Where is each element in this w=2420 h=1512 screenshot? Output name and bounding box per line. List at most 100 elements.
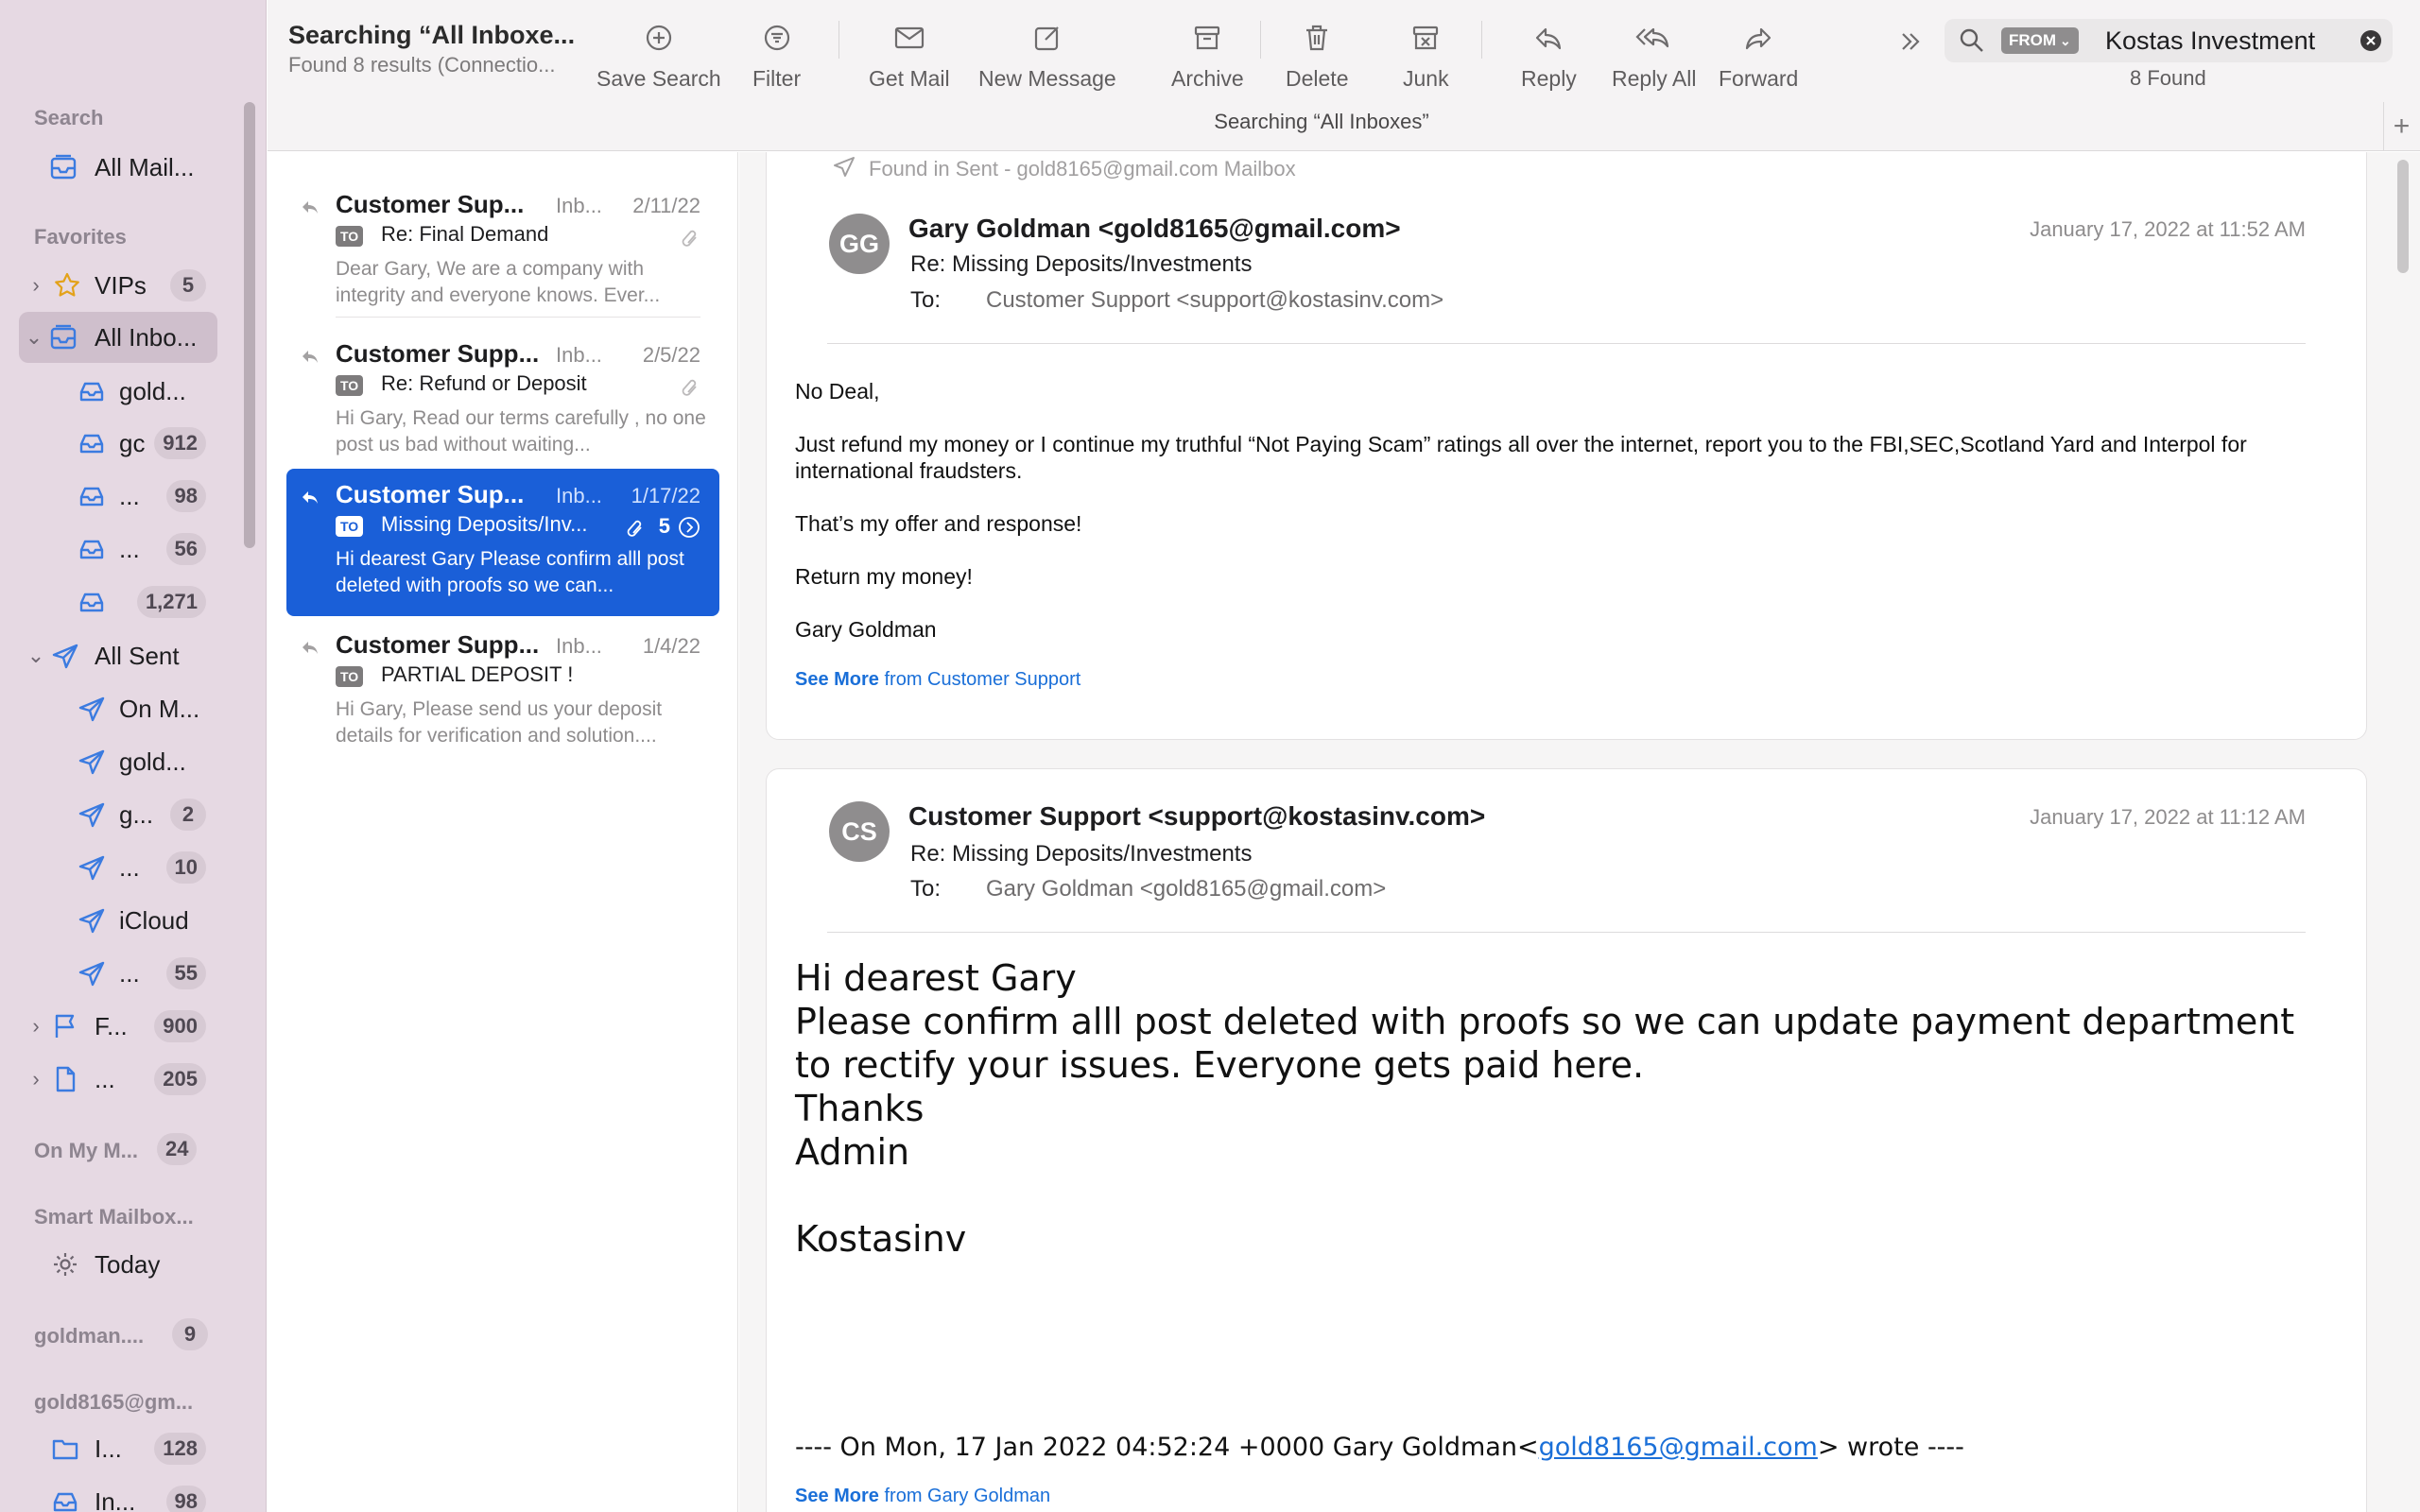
header-divider bbox=[827, 932, 2306, 933]
avatar: CS bbox=[829, 801, 890, 862]
paper-plane-icon bbox=[833, 155, 856, 183]
delete-button[interactable]: Delete bbox=[1286, 17, 1348, 92]
result-summary: Found 8 results (Connectio... bbox=[288, 53, 556, 77]
sidebar-item-vips[interactable]: › VIPs 5 bbox=[0, 260, 217, 311]
message-viewer: Found in Sent - gold8165@gmail.com Mailb… bbox=[739, 152, 2420, 1512]
filter-button[interactable]: Filter bbox=[752, 17, 801, 92]
chevron-down-icon[interactable]: ⌄ bbox=[26, 644, 45, 668]
reply-button[interactable]: Reply bbox=[1521, 17, 1577, 92]
search-icon bbox=[1958, 26, 1986, 60]
sidebar-item-sent[interactable]: ... 55 bbox=[0, 948, 217, 999]
sidebar-item-all-inboxes[interactable]: ⌄ All Inbo... bbox=[19, 312, 217, 363]
message-list-item[interactable]: Customer Sup... Inb... 2/11/22 TO Re: Fi… bbox=[286, 179, 719, 326]
inbox-icon bbox=[49, 1486, 81, 1512]
message-preview: Hi dearest Gary Please confirm alll post… bbox=[336, 548, 684, 596]
sidebar-item-inbox[interactable]: ... 56 bbox=[0, 524, 217, 575]
sidebar-item-all-sent[interactable]: ⌄ All Sent bbox=[0, 630, 217, 681]
search-scope-label[interactable]: Searching “All Inboxes” bbox=[268, 110, 2376, 134]
chevron-right-icon[interactable]: › bbox=[26, 1067, 45, 1091]
sidebar-item-today[interactable]: Today bbox=[0, 1239, 217, 1290]
paper-plane-icon bbox=[76, 904, 108, 936]
email-to[interactable]: Gary Goldman <gold8165@gmail.com> bbox=[986, 876, 1386, 902]
sidebar-item-inbox[interactable]: 1,271 bbox=[0, 576, 217, 627]
sidebar-item-sent[interactable]: ... 10 bbox=[0, 842, 217, 893]
see-more-link[interactable]: See More from Gary Goldman bbox=[795, 1486, 1050, 1507]
message-preview: Dear Gary, We are a company with integri… bbox=[336, 258, 661, 306]
quote-email-link[interactable]: gold8165@gmail.com bbox=[1539, 1433, 1818, 1462]
sidebar-item-inbox[interactable]: gold... bbox=[0, 366, 217, 417]
chevron-right-icon[interactable]: › bbox=[26, 1014, 45, 1039]
reply-arrow-icon bbox=[1533, 17, 1564, 59]
sidebar-item-flagged[interactable]: › F... 900 bbox=[0, 1001, 217, 1052]
message-mailbox: Inb... bbox=[556, 484, 602, 507]
new-message-button[interactable]: New Message bbox=[978, 17, 1116, 92]
replied-icon bbox=[300, 638, 320, 663]
section-on-my-mac[interactable]: On My M... bbox=[34, 1139, 138, 1163]
sidebar-item-folder[interactable]: I... 128 bbox=[0, 1423, 217, 1474]
chevron-right-icon[interactable]: › bbox=[26, 273, 45, 298]
sidebar-item-sent[interactable]: gold... bbox=[0, 736, 217, 787]
thread-chevron-icon[interactable] bbox=[678, 516, 700, 543]
search-input[interactable]: Kostas Investment bbox=[2105, 26, 2315, 56]
found-in-text: Found in Sent - gold8165@gmail.com Mailb… bbox=[869, 157, 1296, 180]
sidebar-item-inbox[interactable]: In... 98 bbox=[0, 1476, 217, 1512]
trash-icon bbox=[1302, 17, 1332, 59]
message-subject: PARTIAL DEPOSIT ! bbox=[381, 662, 574, 686]
search-field[interactable]: FROM ⌄ Kostas Investment bbox=[1945, 19, 2393, 62]
to-tag: TO bbox=[336, 666, 364, 687]
message-list-item-selected[interactable]: Customer Sup... Inb... 1/17/22 TO Missin… bbox=[286, 469, 719, 616]
archive-button[interactable]: Archive bbox=[1171, 17, 1244, 92]
message-preview: Hi Gary, Please send us your deposit det… bbox=[336, 698, 663, 747]
message-subject: Re: Refund or Deposit bbox=[381, 371, 587, 395]
to-label: To: bbox=[910, 287, 942, 313]
double-chevron-right-icon bbox=[1895, 21, 1926, 62]
paper-plane-icon bbox=[49, 640, 81, 672]
message-list-item[interactable]: Customer Supp... Inb... 2/5/22 TO Re: Re… bbox=[286, 328, 719, 475]
unread-badge: 10 bbox=[165, 851, 206, 884]
reply-all-button[interactable]: Reply All bbox=[1612, 17, 1696, 92]
section-goldman[interactable]: goldman.... bbox=[34, 1324, 144, 1349]
sidebar-item-sent[interactable]: g... 2 bbox=[0, 789, 217, 840]
get-mail-button[interactable]: Get Mail bbox=[869, 17, 950, 92]
replied-icon bbox=[300, 488, 320, 513]
toolbar-overflow-button[interactable] bbox=[1895, 21, 1926, 62]
sidebar-item-label: Today bbox=[95, 1249, 161, 1279]
add-scope-button[interactable]: + bbox=[2383, 102, 2419, 151]
clear-search-icon[interactable] bbox=[2359, 28, 2383, 58]
email-from[interactable]: Customer Support <support@kostasinv.com> bbox=[908, 801, 1485, 832]
section-gold8165[interactable]: gold8165@gm... bbox=[34, 1390, 193, 1415]
sidebar-item-label: g... bbox=[119, 799, 154, 829]
viewer-scrollbar[interactable] bbox=[2397, 160, 2409, 273]
sidebar-scrollbar[interactable] bbox=[244, 102, 255, 548]
sidebar-item-sent[interactable]: iCloud bbox=[0, 895, 217, 946]
sidebar-item-label: All Mail... bbox=[95, 152, 195, 181]
sidebar-item-inbox[interactable]: gc 912 bbox=[0, 418, 217, 469]
quote-suffix: > wrote ---- bbox=[1817, 1433, 1964, 1462]
unread-badge: 205 bbox=[154, 1063, 206, 1095]
search-token-from[interactable]: FROM ⌄ bbox=[2001, 27, 2079, 54]
chevron-down-icon[interactable]: ⌄ bbox=[25, 325, 43, 350]
sidebar-item-label: All Inbo... bbox=[95, 322, 198, 352]
sidebar-item-label: gold... bbox=[119, 747, 186, 776]
message-subject: Re: Final Demand bbox=[381, 222, 549, 246]
inbox-stack-icon bbox=[47, 151, 79, 183]
paper-plane-icon bbox=[76, 957, 108, 989]
email-to[interactable]: Customer Support <support@kostasinv.com> bbox=[986, 287, 1443, 314]
sidebar-item-inbox[interactable]: ... 98 bbox=[0, 471, 217, 522]
quoted-header: ---- On Mon, 17 Jan 2022 04:52:24 +0000 … bbox=[795, 1433, 1964, 1462]
message-list-item[interactable]: Customer Supp... Inb... 1/4/22 TO PARTIA… bbox=[286, 619, 719, 766]
sidebar-item-all-mail[interactable]: All Mail... bbox=[0, 142, 217, 193]
unread-badge: 2 bbox=[170, 799, 206, 831]
email-from[interactable]: Gary Goldman <gold8165@gmail.com> bbox=[908, 214, 1401, 244]
see-more-link[interactable]: See More from Customer Support bbox=[795, 669, 1080, 691]
paper-plane-icon bbox=[76, 851, 108, 884]
section-smart-mailboxes[interactable]: Smart Mailbox... bbox=[34, 1205, 194, 1229]
junk-button[interactable]: Junk bbox=[1403, 17, 1449, 92]
sidebar-item-sent[interactable]: On M... bbox=[0, 683, 217, 734]
sidebar-item-label: ... bbox=[119, 958, 140, 988]
unread-badge: 98 bbox=[165, 1486, 206, 1512]
section-badge: 24 bbox=[157, 1133, 198, 1165]
forward-button[interactable]: Forward bbox=[1719, 17, 1798, 92]
save-search-button[interactable]: Save Search bbox=[596, 17, 721, 92]
sidebar-item-drafts[interactable]: › ... 205 bbox=[0, 1054, 217, 1105]
